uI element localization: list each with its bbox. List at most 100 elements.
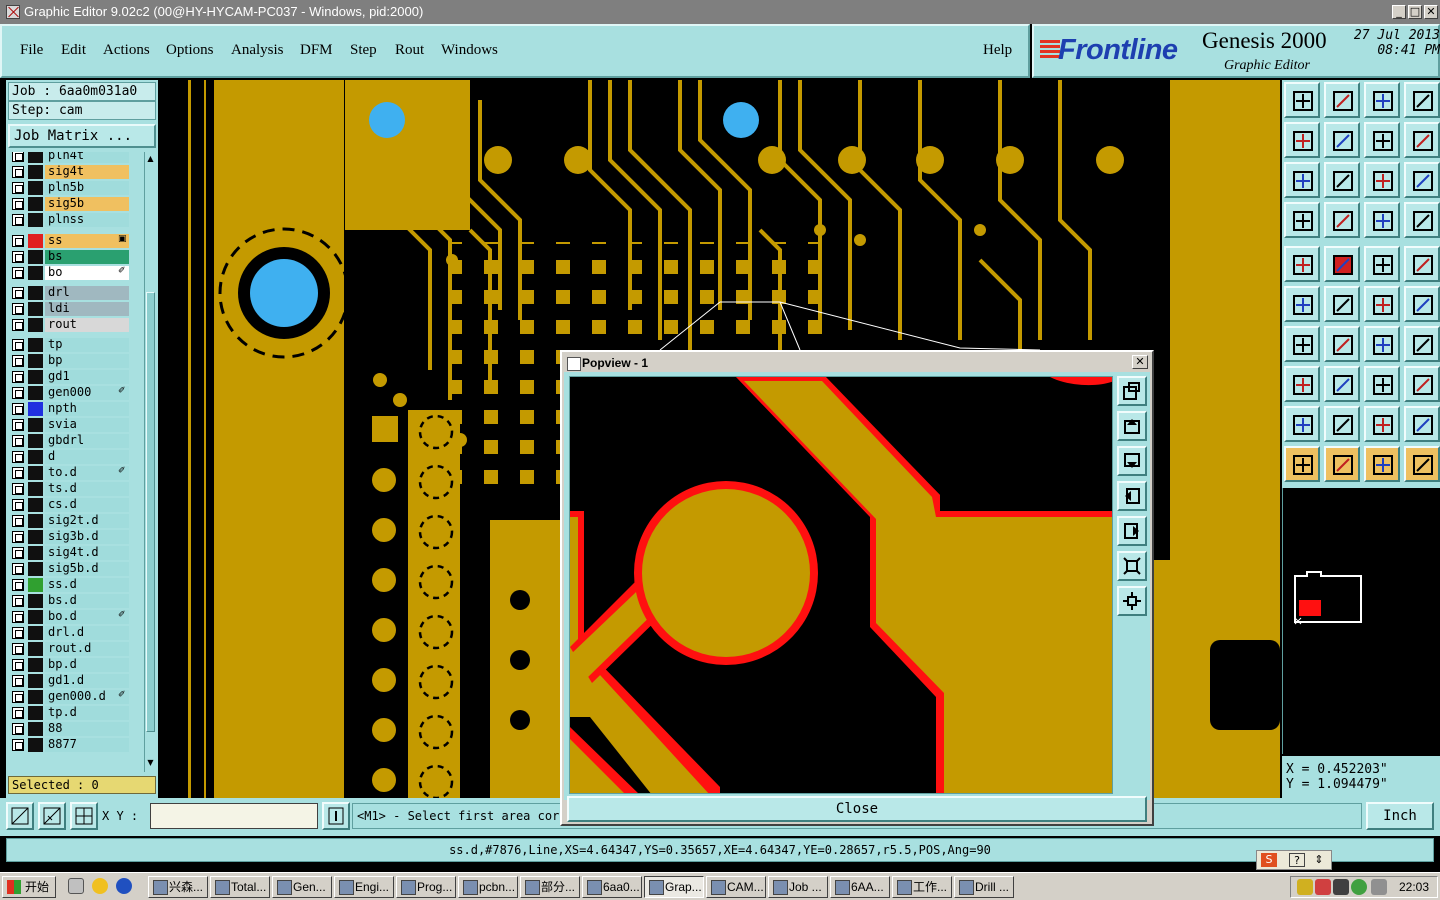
- layer-color-swatch[interactable]: [28, 722, 43, 736]
- layer-name[interactable]: bo.d: [45, 610, 129, 624]
- layer-name[interactable]: gen000: [45, 386, 129, 400]
- layer-color-swatch[interactable]: [28, 434, 43, 448]
- layer-checkbox[interactable]: [12, 251, 24, 263]
- layer-checkbox[interactable]: [12, 339, 24, 351]
- layer-row-sig4t[interactable]: sig4t: [8, 164, 142, 180]
- popview-zoom-in-button[interactable]: [1117, 586, 1147, 616]
- layer-row-sig5b-d[interactable]: sig5b.d: [8, 561, 142, 577]
- layer-checkbox[interactable]: [12, 499, 24, 511]
- tool-pan-left-button[interactable]: [1284, 122, 1320, 158]
- layer-name[interactable]: gd1: [45, 370, 129, 384]
- layer-row-npth[interactable]: npth: [8, 401, 142, 417]
- layer-row-rout-d[interactable]: rout.d: [8, 641, 142, 657]
- layer-checkbox[interactable]: [12, 182, 24, 194]
- layer-name[interactable]: bp.d: [45, 658, 129, 672]
- layer-list[interactable]: pln4t sig4t pln5b sig5b plnss ss ▣ bs bo ✐ drl ldi r…: [8, 152, 142, 772]
- layer-name[interactable]: sig3b.d: [45, 530, 129, 544]
- popview-zoom-out-button[interactable]: [1117, 551, 1147, 581]
- layer-color-swatch[interactable]: [28, 610, 43, 624]
- popview-zoom-window-button[interactable]: [1117, 376, 1147, 406]
- layer-color-swatch[interactable]: [28, 234, 43, 248]
- minimize-button[interactable]: _: [1392, 5, 1406, 19]
- layer-row-pln4t[interactable]: pln4t: [8, 152, 142, 164]
- popview-zoom-canvas[interactable]: [569, 376, 1113, 794]
- layer-checkbox[interactable]: [12, 198, 24, 210]
- tool-redraw-button[interactable]: [1404, 122, 1440, 158]
- menu-step[interactable]: Step: [350, 42, 377, 59]
- taskbar-item[interactable]: 6aa0...: [582, 876, 642, 898]
- tool-line-blue-button[interactable]: [1324, 326, 1360, 362]
- scroll-thumb[interactable]: [146, 292, 155, 732]
- layer-row-bo-d[interactable]: bo.d ✐: [8, 609, 142, 625]
- layer-checkbox[interactable]: [12, 403, 24, 415]
- layer-row-to-d[interactable]: to.d ✐: [8, 465, 142, 481]
- layer-checkbox[interactable]: [12, 387, 24, 399]
- tool-split-window-button[interactable]: [1404, 82, 1440, 118]
- layer-row-ts-d[interactable]: ts.d: [8, 481, 142, 497]
- popview-pan-right-button[interactable]: [1117, 516, 1147, 546]
- layer-checkbox[interactable]: [12, 287, 24, 299]
- job-matrix-button[interactable]: Job Matrix ...: [8, 124, 156, 148]
- layer-color-swatch[interactable]: [28, 514, 43, 528]
- tool-pointer-multi-button[interactable]: [1404, 446, 1440, 482]
- menu-actions[interactable]: Actions: [103, 42, 150, 59]
- layer-checkbox[interactable]: [12, 515, 24, 527]
- menu-dfm[interactable]: DFM: [300, 42, 333, 59]
- layer-checkbox[interactable]: [12, 435, 24, 447]
- sogou-icon[interactable]: S: [1261, 853, 1277, 867]
- layer-checkbox[interactable]: [12, 166, 24, 178]
- layer-row-gbdrl[interactable]: gbdrl: [8, 433, 142, 449]
- xy-input[interactable]: [150, 803, 318, 829]
- layer-checkbox[interactable]: [12, 531, 24, 543]
- taskbar-item[interactable]: 部分...: [520, 876, 580, 898]
- layer-name[interactable]: ldi: [45, 302, 129, 316]
- layer-name[interactable]: bs: [45, 250, 129, 264]
- layer-row-sig4t-d[interactable]: sig4t.d: [8, 545, 142, 561]
- layer-checkbox[interactable]: [12, 675, 24, 687]
- tool-pointer-area-button[interactable]: [1364, 446, 1400, 482]
- layer-name[interactable]: npth: [45, 402, 129, 416]
- layer-name[interactable]: gbdrl: [45, 434, 129, 448]
- tool-home-up-button[interactable]: [1284, 82, 1320, 118]
- layer-color-swatch[interactable]: [28, 530, 43, 544]
- tool-minus-button[interactable]: [1324, 366, 1360, 402]
- tool-line-red-button[interactable]: [1284, 326, 1320, 362]
- overview-map[interactable]: [1282, 488, 1440, 754]
- tray-network-icon[interactable]: [1371, 879, 1387, 895]
- layer-name[interactable]: sig5b.d: [45, 562, 129, 576]
- layer-name[interactable]: rout.d: [45, 642, 129, 656]
- tool-zoom-fit-button[interactable]: [1284, 162, 1320, 198]
- tool-triangle-blue-button[interactable]: [1324, 406, 1360, 442]
- layer-color-swatch[interactable]: [28, 338, 43, 352]
- menu-file[interactable]: File: [20, 42, 43, 59]
- layer-checkbox[interactable]: [12, 659, 24, 671]
- layer-color-swatch[interactable]: [28, 286, 43, 300]
- layer-name[interactable]: pln5b: [45, 181, 129, 195]
- measure-button[interactable]: [38, 802, 66, 830]
- layer-row-ss[interactable]: ss ▣: [8, 233, 142, 249]
- layer-checkbox[interactable]: [12, 483, 24, 495]
- popview-close-x[interactable]: ✕: [1132, 355, 1148, 369]
- help-icon[interactable]: ?: [1289, 853, 1305, 867]
- layer-color-swatch[interactable]: [28, 370, 43, 384]
- layer-name[interactable]: drl.d: [45, 626, 129, 640]
- layer-name[interactable]: 88: [45, 722, 129, 736]
- layer-row-gd1[interactable]: gd1: [8, 369, 142, 385]
- popview-pan-left-button[interactable]: [1117, 481, 1147, 511]
- layer-name[interactable]: gen000.d: [45, 690, 129, 704]
- layer-row-bp-d[interactable]: bp.d: [8, 657, 142, 673]
- title-bar[interactable]: Graphic Editor 9.02c2 (00@HY-HYCAM-PC037…: [0, 0, 1440, 24]
- layer-name[interactable]: tp: [45, 338, 129, 352]
- taskbar-item[interactable]: Job ...: [768, 876, 828, 898]
- layer-checkbox[interactable]: [12, 595, 24, 607]
- layer-name[interactable]: tp.d: [45, 706, 129, 720]
- layer-color-swatch[interactable]: [28, 594, 43, 608]
- layer-color-swatch[interactable]: [28, 674, 43, 688]
- layer-color-swatch[interactable]: [28, 318, 43, 332]
- tool-home-button[interactable]: [1364, 82, 1400, 118]
- tool-resize-button[interactable]: [1364, 366, 1400, 402]
- layer-row-tp-d[interactable]: tp.d: [8, 705, 142, 721]
- maximize-button[interactable]: □: [1408, 5, 1422, 19]
- scroll-down-icon[interactable]: ▼: [146, 758, 155, 768]
- layer-checkbox[interactable]: [12, 739, 24, 751]
